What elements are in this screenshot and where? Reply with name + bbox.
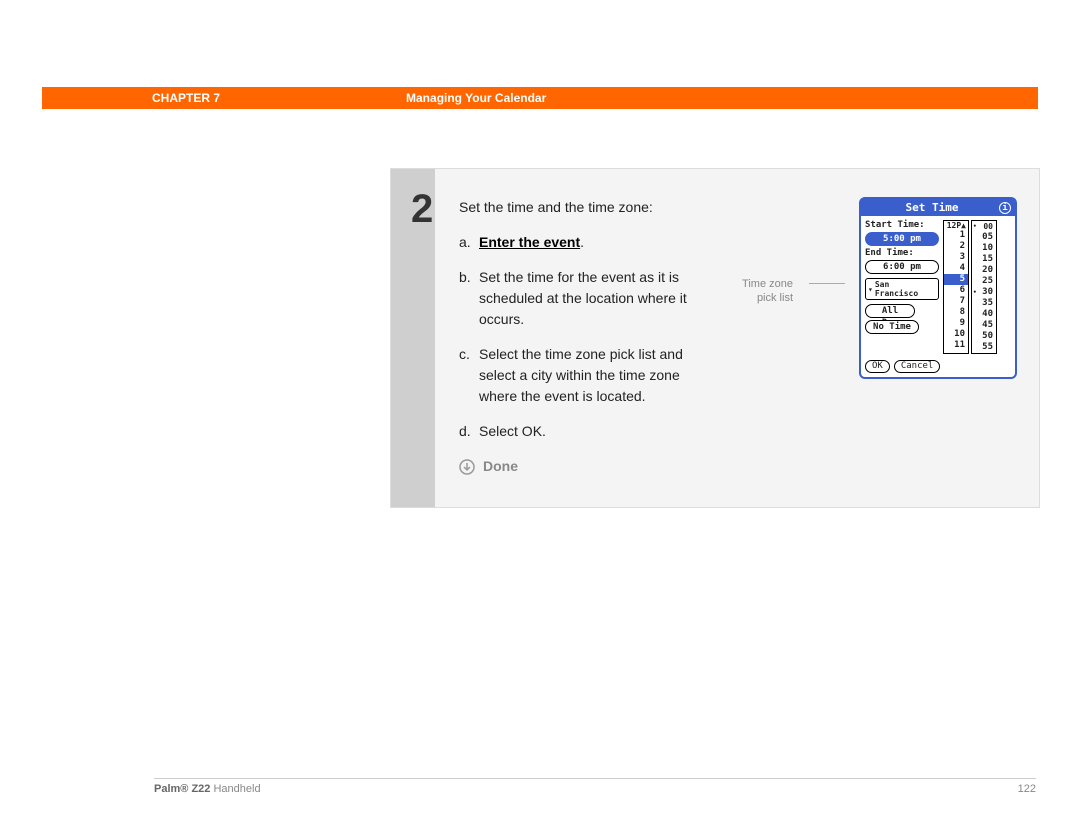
no-time-button[interactable]: No Time: [865, 320, 919, 334]
list-marker: d.: [459, 421, 479, 442]
instruction-text: Set the time and the time zone: a. Enter…: [459, 197, 709, 477]
list-body: Select the time zone pick list and selec…: [479, 344, 709, 407]
palm-body: Start Time: 5:00 pm End Time: 6:00 pm ▾ …: [861, 216, 1015, 358]
all-day-button[interactable]: All Day: [865, 304, 915, 318]
step-number: 2: [391, 169, 435, 507]
list-body: Enter the event.: [479, 232, 709, 253]
hour-cell[interactable]: 2: [944, 241, 968, 252]
hour-cell[interactable]: 11: [944, 340, 968, 351]
step-item-d: d. Select OK.: [459, 421, 709, 442]
down-arrow-icon: [459, 459, 475, 475]
minute-cell[interactable]: 20: [972, 265, 996, 276]
minute-cell[interactable]: 10: [972, 243, 996, 254]
palm-time-columns: 12P▲ 1234567891011 00 051015202530354045…: [943, 220, 997, 354]
hour-cell[interactable]: 5: [944, 274, 968, 285]
minute-cell[interactable]: 45: [972, 320, 996, 331]
dropdown-icon: ▾: [868, 285, 873, 294]
info-icon[interactable]: i: [999, 202, 1011, 214]
device-screenshot: Set Time i Start Time: 5:00 pm End Time:…: [859, 197, 1019, 477]
step-item-b: b. Set the time for the event as it is s…: [459, 267, 709, 330]
minute-cell[interactable]: 15: [972, 254, 996, 265]
step-intro: Set the time and the time zone:: [459, 197, 709, 218]
hour-cell[interactable]: 4: [944, 263, 968, 274]
minute-cell[interactable]: 50: [972, 331, 996, 342]
product-bold: Palm® Z22: [154, 783, 210, 795]
minute-cell[interactable]: 05: [972, 232, 996, 243]
cancel-button[interactable]: Cancel: [894, 360, 941, 373]
minute-cell[interactable]: 40: [972, 309, 996, 320]
list-marker: a.: [459, 232, 479, 253]
step-body: Set the time and the time zone: a. Enter…: [435, 169, 1039, 507]
done-indicator: Done: [459, 456, 709, 477]
minute-header: 00: [972, 221, 996, 232]
end-time-label: End Time:: [865, 248, 939, 258]
start-time-value[interactable]: 5:00 pm: [865, 232, 939, 246]
hour-header: 12P▲: [944, 221, 968, 230]
list-marker: b.: [459, 267, 479, 330]
palm-title-text: Set Time: [865, 201, 999, 214]
list-marker: c.: [459, 344, 479, 407]
page-number: 122: [1018, 783, 1036, 795]
callout-label: Time zone pick list: [723, 197, 793, 477]
minute-cell[interactable]: 55: [972, 342, 996, 353]
chapter-number: CHAPTER 7: [152, 91, 220, 105]
product-rest: Handheld: [210, 783, 260, 795]
palm-titlebar: Set Time i: [861, 199, 1015, 216]
link-suffix: .: [580, 234, 584, 250]
step-content-block: 2 Set the time and the time zone: a. Ent…: [390, 168, 1040, 508]
minute-cell[interactable]: 35: [972, 298, 996, 309]
ok-button[interactable]: OK: [865, 360, 890, 373]
hour-column[interactable]: 12P▲ 1234567891011: [943, 220, 969, 354]
hour-cell[interactable]: 6: [944, 285, 968, 296]
list-body: Set the time for the event as it is sche…: [479, 267, 709, 330]
hour-cell[interactable]: 8: [944, 307, 968, 318]
hour-cell[interactable]: 10: [944, 329, 968, 340]
done-label: Done: [483, 456, 518, 477]
list-body: Select OK.: [479, 421, 709, 442]
end-time-value[interactable]: 6:00 pm: [865, 260, 939, 274]
timezone-value: San Francisco: [875, 280, 936, 298]
palm-dialog: Set Time i Start Time: 5:00 pm End Time:…: [859, 197, 1017, 379]
hour-cell[interactable]: 3: [944, 252, 968, 263]
step-item-a: a. Enter the event.: [459, 232, 709, 253]
palm-controls: Start Time: 5:00 pm End Time: 6:00 pm ▾ …: [865, 220, 939, 354]
palm-action-row: OK Cancel: [861, 358, 1015, 377]
step-item-c: c. Select the time zone pick list and se…: [459, 344, 709, 407]
chapter-title: Managing Your Calendar: [406, 91, 546, 105]
hour-cell[interactable]: 1: [944, 230, 968, 241]
product-name: Palm® Z22 Handheld: [154, 783, 261, 795]
callout-line: [807, 197, 845, 477]
page-footer: Palm® Z22 Handheld 122: [154, 778, 1036, 795]
minute-column[interactable]: 00 0510152025303540455055: [971, 220, 997, 354]
minute-cell[interactable]: 25: [972, 276, 996, 287]
start-time-label: Start Time:: [865, 220, 939, 230]
timezone-picklist[interactable]: ▾ San Francisco: [865, 278, 939, 300]
minute-cell[interactable]: 30: [972, 287, 996, 298]
hour-cell[interactable]: 9: [944, 318, 968, 329]
hour-cell[interactable]: 7: [944, 296, 968, 307]
chapter-header-bar: CHAPTER 7 Managing Your Calendar: [42, 87, 1038, 109]
enter-event-link[interactable]: Enter the event: [479, 234, 580, 250]
